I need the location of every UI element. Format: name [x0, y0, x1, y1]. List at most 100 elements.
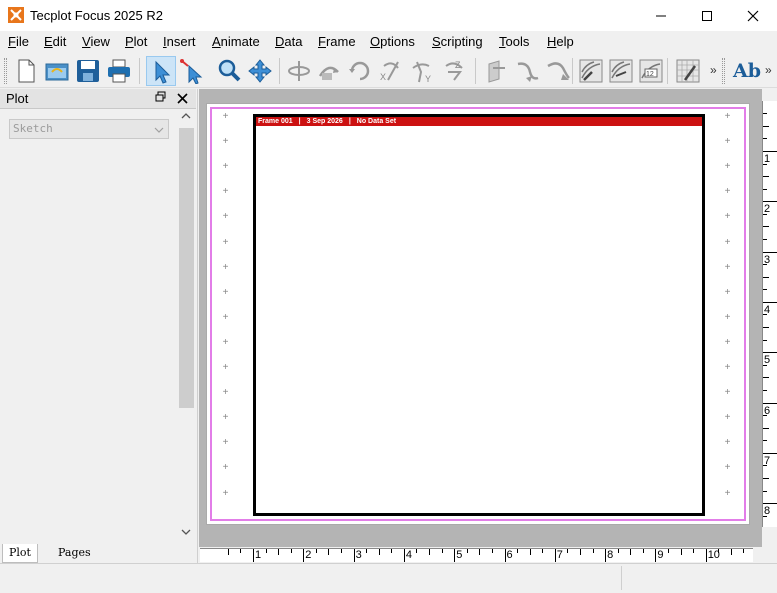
- text-tool-button[interactable]: Ab: [730, 56, 761, 86]
- minimize-icon: [656, 15, 666, 16]
- frame-header: Frame 001 | 3 Sep 2026 | No Data Set: [256, 117, 702, 126]
- ruler-tick: [763, 339, 767, 341]
- ruler-tick: [763, 125, 769, 127]
- ruler-label: 2: [305, 549, 312, 561]
- zone-edit-icon: [676, 59, 700, 83]
- minimize-button[interactable]: [638, 0, 684, 31]
- tab-pages[interactable]: Pages: [52, 544, 97, 563]
- ruler-tick: [391, 549, 393, 553]
- translate-tool-button[interactable]: [245, 56, 275, 86]
- adjustor-tool-button[interactable]: [177, 56, 207, 86]
- tab-plot[interactable]: Plot: [2, 544, 38, 563]
- contour-label-icon: 12: [639, 59, 663, 83]
- workspace-canvas[interactable]: Frame 001 | 3 Sep 2026 | No Data Set + + + + + + +…: [199, 89, 762, 547]
- grid-plus-mark: +: [222, 462, 229, 474]
- slice-icon: [488, 60, 505, 83]
- zone-edit-button[interactable]: [673, 56, 703, 86]
- menu-data[interactable]: Data: [275, 34, 302, 49]
- toolbar-separator: [475, 58, 476, 84]
- plot-type-select[interactable]: Sketch: [9, 119, 169, 139]
- menu-help[interactable]: Help: [547, 34, 574, 49]
- contour-label-button[interactable]: 12: [636, 56, 666, 86]
- menu-scripting[interactable]: Scripting: [432, 34, 483, 49]
- ruler-tick: [763, 490, 767, 492]
- grid-plus-mark: +: [222, 412, 229, 424]
- contour-remove-button[interactable]: [606, 56, 636, 86]
- ruler-tick: [227, 549, 229, 555]
- save-icon: [77, 60, 99, 82]
- ruler-tick: [253, 549, 254, 562]
- ruler-label: 8: [607, 549, 614, 561]
- ruler-label: 8: [764, 505, 771, 518]
- menu-animate[interactable]: Animate: [212, 34, 260, 49]
- ruler-tick: [763, 113, 767, 115]
- ruler-tick: [763, 138, 767, 140]
- menu-insert[interactable]: Insert: [163, 34, 196, 49]
- scroll-down-icon[interactable]: [181, 528, 191, 539]
- toolbar-overflow-chevron[interactable]: »: [765, 63, 772, 77]
- ruler-tick: [763, 301, 777, 303]
- maximize-button[interactable]: [684, 0, 730, 31]
- print-button[interactable]: [104, 56, 134, 86]
- rotate-twist-button[interactable]: [345, 56, 375, 86]
- rotate-z-icon: Z: [445, 60, 463, 81]
- new-file-button[interactable]: [11, 56, 41, 86]
- grid-plus-mark: +: [222, 211, 229, 223]
- rotate-y-button[interactable]: Y: [407, 56, 437, 86]
- grid-plus-mark: +: [222, 311, 229, 323]
- close-window-button[interactable]: [730, 0, 776, 31]
- toolbar-grip[interactable]: [722, 58, 725, 84]
- ruler-tick: [378, 549, 380, 555]
- scrollbar-thumb[interactable]: [179, 128, 194, 408]
- scroll-up-icon[interactable]: [181, 112, 191, 123]
- ruler-label: 9: [657, 549, 664, 561]
- menu-edit[interactable]: Edit: [44, 34, 66, 49]
- ruler-tick: [763, 151, 777, 152]
- ruler-tick: [554, 549, 556, 562]
- ruler-tick: [605, 549, 607, 562]
- slice-tool-button[interactable]: [481, 56, 511, 86]
- menu-options[interactable]: Options: [370, 34, 415, 49]
- menu-view[interactable]: View: [82, 34, 110, 49]
- streamtrace-rake-icon: [547, 62, 570, 80]
- menu-file[interactable]: File: [8, 34, 29, 49]
- undock-icon[interactable]: [155, 91, 166, 105]
- ruler-tick: [617, 549, 619, 553]
- menu-plot[interactable]: Plot: [125, 34, 147, 49]
- ruler-tick: [630, 549, 632, 555]
- streamtrace-tool-button[interactable]: [512, 56, 542, 86]
- ruler-tick: [655, 549, 657, 562]
- open-file-button[interactable]: [42, 56, 72, 86]
- toolbar-grip[interactable]: [4, 58, 7, 84]
- rotate-spherical-button[interactable]: [284, 56, 314, 86]
- ruler-label: 5: [764, 354, 771, 367]
- frame[interactable]: Frame 001 | 3 Sep 2026 | No Data Set: [253, 114, 705, 516]
- grid-plus-mark: +: [724, 286, 731, 298]
- zoom-tool-button[interactable]: [214, 56, 244, 86]
- streamtrace-rake-button[interactable]: [543, 56, 573, 86]
- menu-frame[interactable]: Frame: [318, 34, 356, 49]
- select-tool-button[interactable]: [146, 56, 176, 86]
- rotate-z-button[interactable]: Z: [438, 56, 468, 86]
- menu-tools[interactable]: Tools: [499, 34, 529, 49]
- ruler-label: 1: [255, 549, 262, 561]
- contour-add-icon: [579, 59, 603, 83]
- frame-name: Frame 001: [258, 118, 293, 125]
- ruler-tick: [763, 289, 767, 291]
- rotate-rollerball-button[interactable]: [314, 56, 344, 86]
- ruler-tick: [763, 377, 769, 379]
- ruler-label: 4: [405, 549, 413, 561]
- ruler-tick: [680, 549, 682, 555]
- ruler-tick: [763, 389, 767, 391]
- toolbar-overflow-chevron[interactable]: »: [710, 63, 717, 77]
- panel-title: Plot: [6, 91, 29, 106]
- ruler-label: 2: [764, 203, 771, 216]
- ruler-tick: [743, 549, 745, 553]
- panel-close-icon[interactable]: [177, 89, 188, 108]
- save-button[interactable]: [73, 56, 103, 86]
- ruler-tick: [328, 549, 330, 555]
- rotate-x-button[interactable]: X: [376, 56, 406, 86]
- ruler-tick: [763, 440, 767, 442]
- panel-scrollbar[interactable]: [178, 110, 195, 542]
- contour-add-button[interactable]: [576, 56, 606, 86]
